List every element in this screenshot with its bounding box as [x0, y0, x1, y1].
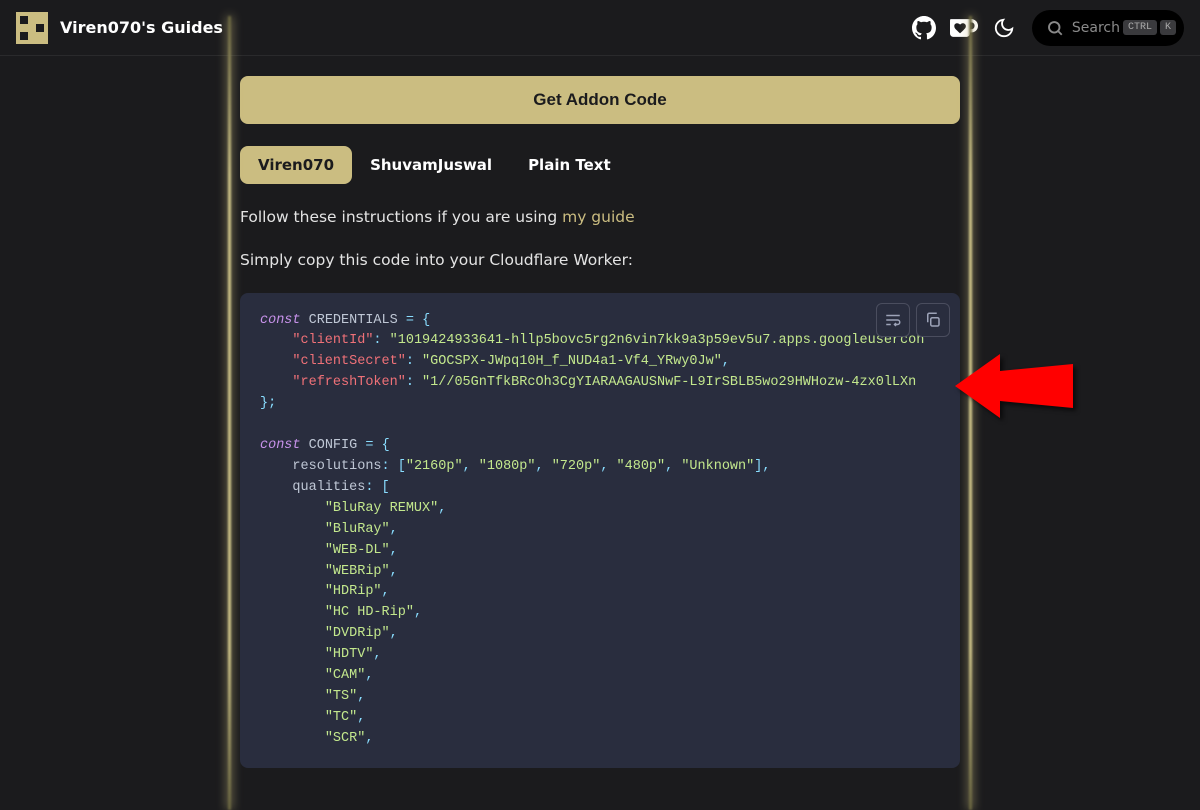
border-glow-right — [969, 16, 972, 810]
tab-viren070[interactable]: Viren070 — [240, 146, 352, 184]
tab-shuvamjuswal[interactable]: ShuvamJuswal — [352, 146, 510, 184]
search-box[interactable]: Search CTRL K — [1032, 10, 1184, 46]
site-header: Viren070's Guides Search CTRL K — [0, 0, 1200, 56]
get-addon-code-button[interactable]: Get Addon Code — [240, 76, 960, 124]
copy-icon — [924, 311, 942, 329]
kbd-k: K — [1160, 20, 1176, 35]
github-icon[interactable] — [910, 14, 938, 42]
tabs: Viren070 ShuvamJuswal Plain Text — [240, 146, 960, 184]
wrap-lines-button[interactable] — [876, 303, 910, 337]
tab-plain-text[interactable]: Plain Text — [510, 146, 629, 184]
site-title[interactable]: Viren070's Guides — [60, 18, 223, 37]
search-icon — [1046, 19, 1064, 37]
kofi-icon[interactable] — [950, 14, 978, 42]
site-logo[interactable] — [16, 12, 48, 44]
wrap-icon — [884, 311, 902, 329]
main-content: Get Addon Code Viren070 ShuvamJuswal Pla… — [240, 56, 960, 770]
kbd-ctrl: CTRL — [1123, 20, 1157, 35]
my-guide-link[interactable]: my guide — [562, 208, 635, 226]
border-glow-left — [228, 16, 231, 810]
search-placeholder: Search — [1072, 20, 1120, 36]
annotation-arrow — [955, 346, 1075, 426]
instruction-1: Follow these instructions if you are usi… — [240, 206, 960, 229]
instruction-2: Simply copy this code into your Cloudfla… — [240, 249, 960, 272]
copy-code-button[interactable] — [916, 303, 950, 337]
theme-toggle-icon[interactable] — [990, 14, 1018, 42]
code-block: const CREDENTIALS = { "clientId": "10194… — [240, 293, 960, 768]
